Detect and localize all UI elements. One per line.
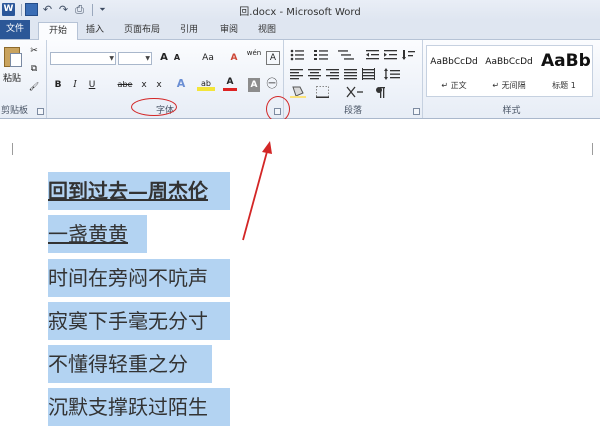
- annotation-arrow: [242, 141, 272, 241]
